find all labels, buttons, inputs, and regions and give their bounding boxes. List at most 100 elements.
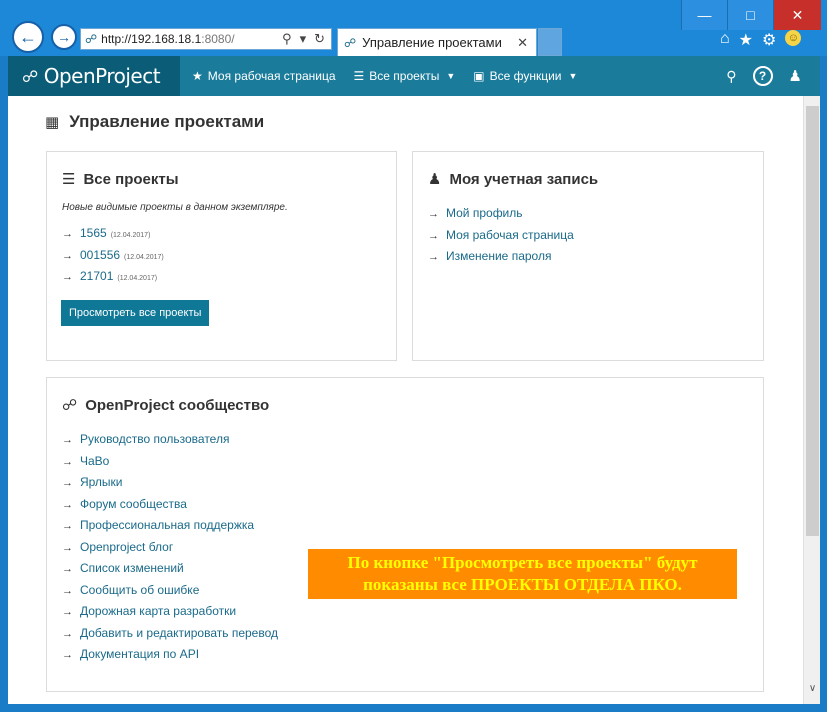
search-icon[interactable]: ⚲ <box>282 31 292 47</box>
top-nav: ★ Моя рабочая страница ☰ Все проекты ▼ ▣… <box>180 56 583 96</box>
arrow-right-icon: → <box>62 627 73 640</box>
window-bottom-border <box>0 704 827 712</box>
project-list: → 1565 (12.04.2017) → 001556 (12.04.2017… <box>62 226 164 291</box>
refresh-icon[interactable]: ↻ <box>314 31 325 47</box>
community-link[interactable]: Профессиональная поддержка <box>80 518 254 532</box>
list-item: → 21701 (12.04.2017) <box>62 269 164 291</box>
scrollbar-thumb[interactable] <box>806 106 819 536</box>
window-controls: — □ ✕ <box>681 0 821 30</box>
address-bar[interactable]: ☍ http://192.168.18.1:8080/ ⚲ ▾ ↻ <box>80 28 332 50</box>
settings-gear-icon[interactable]: ⚙ <box>762 30 776 50</box>
home-icon[interactable]: ⌂ <box>720 30 730 50</box>
arrow-right-icon: → <box>62 434 73 446</box>
community-link[interactable]: Сообщить об ошибке <box>80 583 199 597</box>
community-link[interactable]: Форум сообщества <box>80 497 187 511</box>
tab-title: Управление проектами <box>362 35 502 50</box>
widget-title: ♟ Моя учетная запись <box>428 170 599 189</box>
layers-icon: ☰ <box>62 171 76 188</box>
browser-tab[interactable]: ☍ Управление проектами ✕ <box>337 28 537 56</box>
url-port: :8080/ <box>201 32 235 46</box>
logo-icon: ☍ <box>22 66 38 86</box>
community-link[interactable]: Документация по API <box>80 647 199 661</box>
community-link[interactable]: Openproject блог <box>80 540 173 554</box>
layers-icon: ☰ <box>353 69 365 83</box>
arrow-right-icon: → <box>62 541 73 554</box>
tab-site-icon: ☍ <box>344 35 357 50</box>
help-icon[interactable]: ? <box>752 66 773 86</box>
site-icon: ☍ <box>85 32 98 46</box>
list-item: → Список изменений <box>62 561 278 583</box>
smiley-icon[interactable]: ☺ <box>785 30 802 46</box>
search-icon[interactable]: ⚲ <box>726 68 736 85</box>
list-item: → 1565 (12.04.2017) <box>62 226 164 248</box>
arrow-right-icon: → <box>62 563 73 575</box>
project-link[interactable]: 21701 <box>80 269 113 283</box>
logo[interactable]: ☍ OpenProject <box>8 56 180 96</box>
arrow-right-icon: → <box>62 477 73 489</box>
minimize-icon[interactable]: — <box>681 0 727 30</box>
arrow-right-icon: → <box>62 606 73 618</box>
community-title: OpenProject сообщество <box>85 396 270 414</box>
widget-title: ☍ OpenProject сообщество <box>62 396 270 415</box>
user-icon: ♟ <box>428 171 442 188</box>
my-profile-link[interactable]: Мой профиль <box>446 206 523 220</box>
list-item: → Изменение пароля <box>428 249 574 271</box>
user-icon[interactable]: ♟ <box>789 67 802 85</box>
community-link[interactable]: Дорожная карта разработки <box>80 604 236 618</box>
account-links: → Мой профиль → Моя рабочая страница → И… <box>428 206 574 271</box>
tab-close-icon[interactable]: ✕ <box>517 35 528 51</box>
arrow-right-icon: → <box>62 228 73 240</box>
nav-all-projects[interactable]: ☰ Все проекты ▼ <box>354 69 456 83</box>
list-item: → Дорожная карта разработки <box>62 604 278 626</box>
forward-arrow-icon[interactable]: → <box>51 24 77 50</box>
notice-line-2: показаны все ПРОЕКТЫ ОТДЕЛА ПКО. <box>363 575 682 594</box>
app-viewport: ☍ OpenProject ★ Моя рабочая страница ☰ В… <box>8 56 820 704</box>
star-icon: ★ <box>192 69 203 83</box>
arrow-right-icon: → <box>428 229 439 242</box>
list-item: → Документация по API <box>62 647 278 669</box>
all-projects-widget: ☰ Все проекты Новые видимые проекты в да… <box>46 151 397 361</box>
all-projects-description: Новые видимые проекты в данном экземпляр… <box>62 202 288 213</box>
list-item: → Openproject блог <box>62 540 278 562</box>
community-link[interactable]: Добавить и редактировать перевод <box>80 626 278 640</box>
project-link[interactable]: 001556 <box>80 248 120 262</box>
my-account-widget: ♟ Моя учетная запись → Мой профиль → Моя… <box>412 151 764 361</box>
arrow-right-icon: → <box>428 208 439 220</box>
project-date: (12.04.2017) <box>110 232 151 239</box>
community-link[interactable]: ЧаВо <box>80 454 109 468</box>
list-item: → Руководство пользователя <box>62 432 278 454</box>
star-icon[interactable]: ★ <box>739 30 753 50</box>
chevron-down-icon[interactable]: ▾ <box>300 31 307 47</box>
close-icon[interactable]: ✕ <box>773 0 821 30</box>
nav-my-page[interactable]: ★ Моя рабочая страница <box>192 69 336 83</box>
arrow-right-icon: → <box>62 498 73 511</box>
notice-annotation: По кнопке "Просмотреть все проекты" буду… <box>308 549 737 599</box>
chevron-down-icon[interactable]: ∨ <box>804 683 820 694</box>
new-tab-button[interactable] <box>538 28 562 56</box>
app-header: ☍ OpenProject ★ Моя рабочая страница ☰ В… <box>8 56 820 96</box>
page-title-text: Управление проектами <box>69 112 265 131</box>
community-link[interactable]: Ярлыки <box>80 475 123 489</box>
all-projects-title: Все проекты <box>83 170 179 188</box>
community-link[interactable]: Список изменений <box>80 561 184 575</box>
my-account-title: Моя учетная запись <box>449 170 599 188</box>
back-arrow-icon[interactable]: ← <box>12 21 44 53</box>
arrow-right-icon: → <box>428 251 439 263</box>
change-password-link[interactable]: Изменение пароля <box>446 249 551 263</box>
page-title: ▦ Управление проектами <box>45 112 264 132</box>
browser-chrome: — □ ✕ ← → ☍ http://192.168.18.1:8080/ ⚲ … <box>0 0 827 56</box>
nav-all-modules[interactable]: ▣ Все функции ▼ <box>473 69 577 83</box>
view-all-projects-button[interactable]: Просмотреть все проекты <box>61 300 210 326</box>
my-page-link[interactable]: Моя рабочая страница <box>446 228 574 242</box>
list-item: → Добавить и редактировать перевод <box>62 626 278 648</box>
arrow-right-icon: → <box>62 520 73 532</box>
openproject-icon: ☍ <box>62 397 78 414</box>
vertical-scrollbar[interactable]: ∨ <box>803 96 820 704</box>
arrow-right-icon: → <box>62 584 73 597</box>
maximize-icon[interactable]: □ <box>727 0 773 30</box>
url-host: http://192.168.18.1 <box>101 32 202 46</box>
community-link[interactable]: Руководство пользователя <box>80 432 229 446</box>
list-item: → Сообщить об ошибке <box>62 583 278 605</box>
project-link[interactable]: 1565 <box>80 226 107 240</box>
project-date: (12.04.2017) <box>124 253 164 261</box>
